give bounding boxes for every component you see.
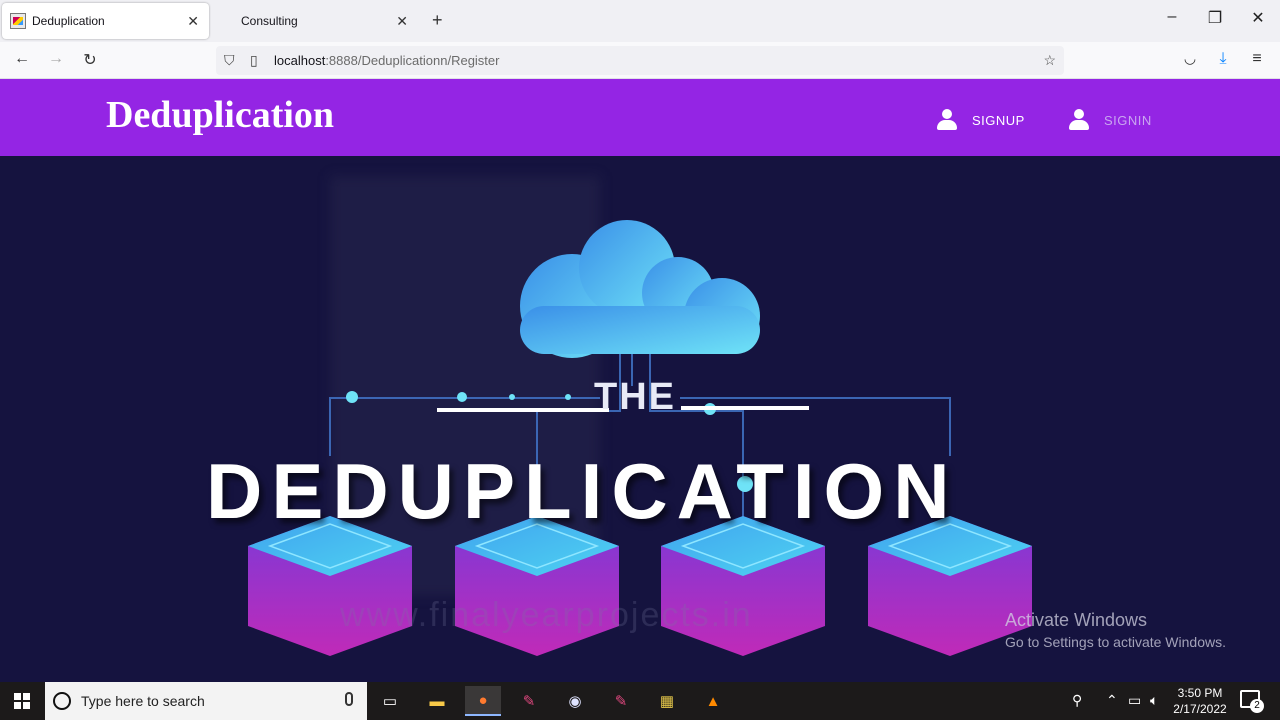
user-icon bbox=[1068, 109, 1090, 131]
network-icon[interactable]: ▭ bbox=[1128, 692, 1141, 709]
user-icon bbox=[936, 109, 958, 131]
volume-icon[interactable]: 🔈︎ bbox=[1150, 692, 1158, 709]
window-close-icon[interactable]: ✕ bbox=[1248, 8, 1268, 28]
tab-title: Consulting bbox=[241, 14, 298, 28]
hero-banner: THE DEDUPLICATION www.finalyearprojects.… bbox=[0, 156, 1280, 682]
restore-icon[interactable]: ❐ bbox=[1205, 8, 1225, 28]
task-view-icon[interactable]: ▭ bbox=[372, 686, 408, 716]
clock-time: 3:50 PM bbox=[1177, 686, 1223, 700]
server-stack-icons bbox=[248, 516, 1032, 656]
tray-chevron-up-icon[interactable]: ⌃ bbox=[1106, 692, 1118, 709]
signup-link[interactable]: SIGNUP bbox=[936, 109, 1025, 131]
watermark-url: www.finalyearprojects.in bbox=[340, 596, 753, 634]
microphone-icon[interactable] bbox=[345, 692, 353, 706]
signin-label: SIGNIN bbox=[1104, 112, 1152, 128]
site-header: Deduplication SIGNUP SIGNIN bbox=[0, 79, 1280, 156]
browser-tab-strip: Deduplication ✕ Consulting ✕ + – ❐ ✕ bbox=[0, 0, 1280, 42]
page-favicon-icon bbox=[10, 13, 26, 29]
activate-subtitle: Go to Settings to activate Windows. bbox=[1005, 634, 1226, 650]
cortana-circle-icon bbox=[53, 692, 71, 710]
taskbar-clock[interactable]: 3:50 PM 2/17/2022 bbox=[1170, 685, 1230, 717]
folders-app-icon[interactable]: ▦ bbox=[649, 686, 685, 716]
download-icon[interactable]: ⤓ bbox=[1213, 50, 1233, 68]
browser-nav-bar: ← → ↻ ⛉ ▯ localhost :8888/Deduplicationn… bbox=[0, 42, 1280, 79]
tab-consulting[interactable]: Consulting ✕ bbox=[233, 3, 418, 39]
feather-app-2-icon[interactable]: ✎ bbox=[603, 686, 639, 716]
forward-arrow-icon[interactable]: → bbox=[46, 50, 66, 68]
activate-windows-overlay: Activate Windows Go to Settings to activ… bbox=[1005, 610, 1226, 650]
eclipse-icon[interactable]: ◉ bbox=[557, 686, 593, 716]
menu-hamburger-icon[interactable]: ≡ bbox=[1247, 50, 1267, 68]
bookmark-star-icon[interactable]: ☆ bbox=[1043, 52, 1056, 69]
firefox-icon[interactable]: ● bbox=[465, 686, 501, 716]
windows-logo-icon bbox=[14, 693, 30, 709]
tab-deduplication[interactable]: Deduplication ✕ bbox=[2, 3, 209, 39]
close-tab-icon[interactable]: ✕ bbox=[396, 13, 408, 30]
taskbar-search-box[interactable]: Type here to search bbox=[45, 682, 367, 720]
reload-icon[interactable]: ↻ bbox=[80, 50, 100, 70]
windows-start-button[interactable] bbox=[0, 682, 44, 720]
search-placeholder: Type here to search bbox=[81, 693, 205, 709]
notification-count: 2 bbox=[1250, 699, 1264, 713]
feather-app-icon[interactable]: ✎ bbox=[511, 686, 547, 716]
activate-title: Activate Windows bbox=[1005, 610, 1148, 630]
site-brand[interactable]: Deduplication bbox=[106, 93, 334, 137]
hero-pre-title: THE bbox=[594, 376, 676, 418]
signup-label: SIGNUP bbox=[972, 112, 1025, 128]
vlc-icon[interactable]: ▲ bbox=[695, 686, 731, 716]
shield-icon[interactable]: ⛉ bbox=[224, 52, 235, 69]
new-tab-plus-icon[interactable]: + bbox=[432, 10, 443, 31]
hero-title: DEDUPLICATION bbox=[206, 447, 959, 535]
tab-title: Deduplication bbox=[32, 14, 105, 28]
notification-center-icon[interactable]: 2 bbox=[1240, 690, 1264, 713]
pocket-icon[interactable]: ◡ bbox=[1180, 50, 1200, 67]
url-host: localhost bbox=[274, 53, 326, 68]
url-path: :8888/Deduplicationn/Register bbox=[325, 53, 500, 68]
address-bar[interactable]: ⛉ ▯ localhost :8888/Deduplicationn/Regis… bbox=[216, 46, 1064, 75]
page-info-icon[interactable]: ▯ bbox=[250, 52, 258, 69]
people-icon[interactable]: ⚲ bbox=[1072, 692, 1082, 709]
back-arrow-icon[interactable]: ← bbox=[12, 50, 32, 68]
windows-taskbar: Type here to search ▭ ▬ ● ✎ ◉ ✎ ▦ ▲ ⚲ ⌃ … bbox=[0, 682, 1280, 720]
signin-link[interactable]: SIGNIN bbox=[1068, 109, 1152, 131]
cloud-icon bbox=[520, 220, 760, 358]
minimize-icon[interactable]: – bbox=[1162, 8, 1182, 26]
close-tab-icon[interactable]: ✕ bbox=[187, 13, 199, 30]
file-explorer-icon[interactable]: ▬ bbox=[419, 686, 455, 716]
clock-date: 2/17/2022 bbox=[1173, 702, 1227, 716]
